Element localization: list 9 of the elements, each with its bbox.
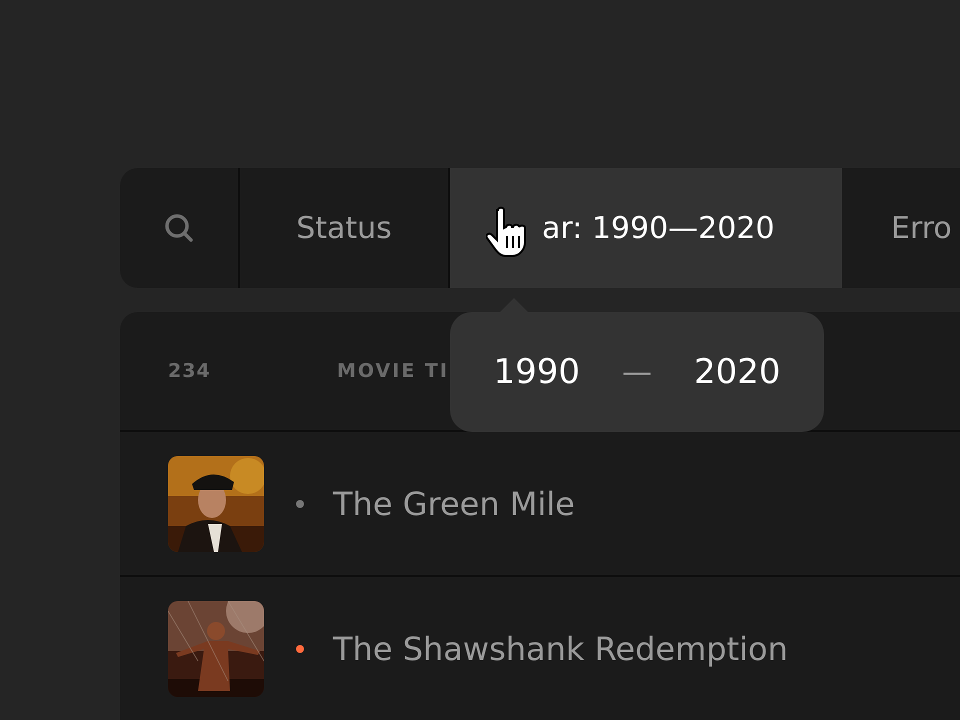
- year-to-field[interactable]: 2020: [694, 352, 781, 392]
- filter-tab[interactable]: ar: 1990—2020: [450, 168, 842, 288]
- range-dash: —: [622, 354, 652, 390]
- year-from-field[interactable]: 1990: [493, 352, 580, 392]
- search-icon[interactable]: [163, 212, 195, 244]
- movie-title[interactable]: The Shawshank Redemption: [333, 630, 788, 668]
- movie-title[interactable]: The Green Mile: [333, 484, 575, 522]
- row-count: 234: [168, 360, 212, 382]
- column-header[interactable]: MOVIE TI: [337, 360, 449, 382]
